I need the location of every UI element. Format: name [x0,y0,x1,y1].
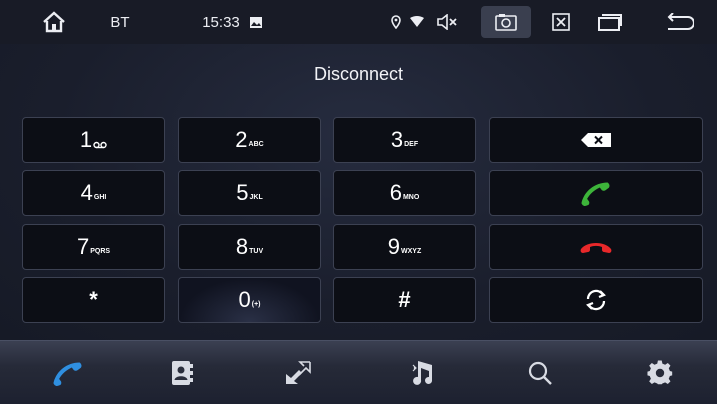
key-letters: DEF [404,141,419,148]
key-digit: # [398,287,411,312]
key-digit: * [89,287,98,312]
call-icon [581,182,610,206]
key-digit: 6 [389,180,402,205]
key-digit: 9 [387,234,400,259]
key-letters: PQRS [90,248,111,255]
search-tab[interactable] [500,341,580,404]
call-log-icon [286,360,311,384]
mute-icon[interactable] [432,0,462,44]
search-icon [528,361,552,385]
key-hash[interactable]: # [333,277,476,323]
backspace-icon [581,133,611,147]
key-letters: WXYZ [401,248,422,255]
settings-icon [647,359,673,384]
backspace-button[interactable] [489,117,703,163]
contacts-tab[interactable] [142,341,222,404]
voicemail-icon [93,141,107,149]
key-digit: 0 [238,287,251,312]
dialer-tab[interactable] [28,341,108,404]
hangup-button[interactable] [489,224,703,270]
back-icon[interactable] [660,0,700,44]
status-bar: BT 15:33 [0,0,717,44]
key-9[interactable]: 9 WXYZ [333,224,476,270]
screenshot-icon[interactable] [481,6,531,38]
close-icon[interactable] [546,0,576,44]
recent-apps-icon[interactable] [593,0,627,44]
key-digit: 2 [235,127,248,152]
switch-audio-button[interactable] [489,277,703,323]
call-button[interactable] [489,170,703,216]
bt-music-icon [412,360,433,385]
key-star[interactable]: * [22,277,165,323]
settings-tab[interactable] [620,341,700,404]
key-letters: MNO [402,194,420,201]
call-log-tab[interactable] [258,341,338,404]
bottom-nav [0,340,717,404]
key-digit: 5 [236,180,249,205]
key-5[interactable]: 5 JKL [178,170,321,216]
contacts-icon [172,360,193,385]
wifi-icon [406,0,428,44]
home-icon[interactable] [36,0,72,44]
key-digit: 1 [79,127,93,152]
location-icon [386,0,406,44]
key-digit: 8 [235,234,249,259]
key-8[interactable]: 8 TUV [178,224,321,270]
key-digit: 7 [76,234,90,259]
key-1[interactable]: 1 [22,117,165,163]
key-3[interactable]: 3 DEF [333,117,476,163]
gallery-icon [246,0,266,44]
key-letters: ABC [248,141,264,148]
key-letters: GHI [93,194,107,201]
clock: 15:33 [202,13,240,31]
key-2[interactable]: 2 ABC [178,117,321,163]
switch-icon [586,289,606,311]
bt-label: BT [110,13,130,31]
key-letters: JKL [249,194,263,201]
call-status: Disconnect [313,64,404,84]
key-7[interactable]: 7 PQRS [22,224,165,270]
key-0[interactable]: 0 (+) [178,277,321,323]
key-6[interactable]: 6 MNO [333,170,476,216]
hangup-icon [580,243,612,253]
bt-music-tab[interactable] [383,341,463,404]
key-digit: 4 [80,180,93,205]
key-4[interactable]: 4 GHI [22,170,165,216]
key-digit: 3 [390,127,404,152]
key-letters: TUV [249,248,264,255]
dialer-icon [53,362,82,386]
key-letters: (+) [251,301,261,308]
